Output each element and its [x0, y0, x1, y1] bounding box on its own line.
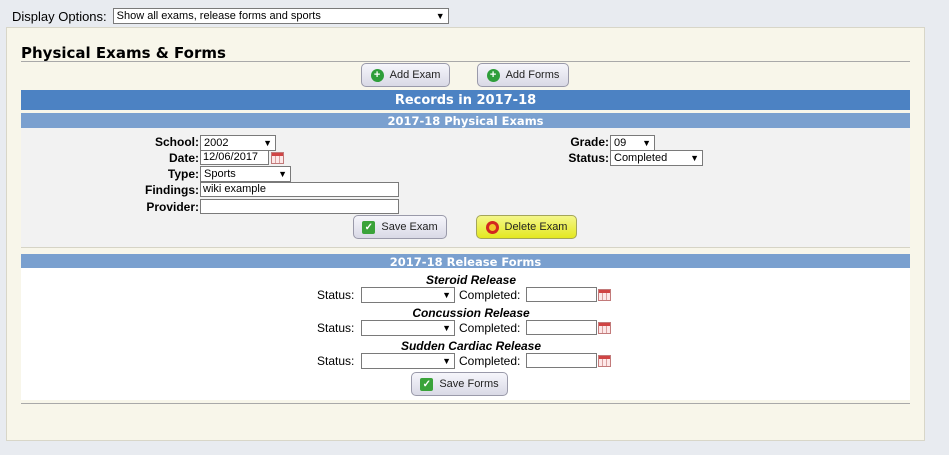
save-forms-button[interactable]: ✓ Save Forms	[411, 372, 508, 396]
form-completed-label: Completed:	[459, 288, 521, 302]
exam-form: School: 2002 ▼ Date: 12/06/2017 Type: Sp…	[21, 128, 910, 248]
add-forms-button[interactable]: + Add Forms	[477, 63, 569, 87]
display-options-value: Show all exams, release forms and sports	[116, 10, 321, 22]
school-label: School:	[155, 135, 199, 149]
exams-header: 2017-18 Physical Exams	[21, 113, 910, 128]
delete-exam-button[interactable]: Delete Exam	[476, 215, 577, 239]
add-forms-label: Add Forms	[505, 69, 560, 81]
calendar-icon[interactable]	[598, 289, 611, 301]
calendar-icon[interactable]	[598, 355, 611, 367]
provider-label: Provider:	[146, 200, 199, 214]
save-forms-label: Save Forms	[439, 378, 499, 390]
form-completed-field[interactable]	[526, 320, 597, 335]
type-value: Sports	[204, 168, 236, 180]
chevron-down-icon: ▼	[263, 138, 272, 148]
chevron-down-icon: ▼	[435, 11, 445, 21]
form-status-select[interactable]: ▼	[361, 320, 455, 336]
status-label: Status:	[568, 151, 609, 165]
save-exam-button[interactable]: ✓ Save Exam	[353, 215, 447, 239]
checkmark-icon: ✓	[420, 377, 434, 391]
exams-panel: Physical Exams & Forms + Add Exam + Add …	[6, 27, 925, 441]
exam-status-select[interactable]: Completed ▼	[610, 150, 703, 166]
findings-field[interactable]: wiki example	[200, 182, 399, 197]
forms-divider	[21, 403, 910, 404]
form-status-label: Status:	[317, 288, 355, 302]
forms-header: 2017-18 Release Forms	[21, 254, 910, 269]
release-forms: Steroid Release Status: ▼ Completed: Con…	[21, 268, 910, 400]
display-options: Display Options: Show all exams, release…	[12, 7, 449, 25]
delete-exam-label: Delete Exam	[504, 221, 568, 233]
form-completed-field[interactable]	[526, 353, 597, 368]
form-status-select[interactable]: ▼	[361, 287, 455, 303]
form-completed-field[interactable]	[526, 287, 597, 302]
chevron-down-icon: ▼	[442, 290, 451, 300]
records-header: Records in 2017-18	[21, 90, 910, 110]
form-title: Concussion Release	[412, 306, 530, 320]
display-options-label: Display Options:	[12, 8, 107, 24]
title-divider	[21, 61, 910, 62]
add-exam-button[interactable]: + Add Exam	[361, 63, 450, 87]
chevron-down-icon: ▼	[642, 138, 651, 148]
chevron-down-icon: ▼	[278, 169, 287, 179]
form-title: Steroid Release	[425, 273, 517, 287]
school-select[interactable]: 2002 ▼	[200, 135, 276, 151]
plus-circle-icon: +	[370, 68, 384, 82]
calendar-icon[interactable]	[271, 152, 284, 164]
school-value: 2002	[204, 137, 229, 149]
checkmark-icon: ✓	[362, 220, 376, 234]
form-status-label: Status:	[317, 321, 355, 335]
form-status-select[interactable]: ▼	[361, 353, 455, 369]
chevron-down-icon: ▼	[690, 153, 699, 163]
calendar-icon[interactable]	[598, 322, 611, 334]
form-status-label: Status:	[317, 354, 355, 368]
type-select[interactable]: Sports ▼	[200, 166, 291, 182]
add-exam-label: Add Exam	[389, 69, 441, 81]
grade-value: 09	[614, 137, 627, 149]
chevron-down-icon: ▼	[442, 356, 451, 366]
plus-circle-icon: +	[486, 68, 500, 82]
exam-status-value: Completed	[614, 152, 668, 164]
page-title: Physical Exams & Forms	[21, 44, 226, 62]
date-label: Date:	[168, 151, 199, 165]
type-label: Type:	[167, 167, 199, 181]
stop-icon	[485, 220, 499, 234]
display-options-select[interactable]: Show all exams, release forms and sports…	[112, 8, 449, 24]
exam-divider	[21, 247, 910, 248]
findings-label: Findings:	[145, 183, 199, 197]
form-completed-label: Completed:	[459, 321, 521, 335]
chevron-down-icon: ▼	[442, 323, 451, 333]
form-completed-label: Completed:	[459, 354, 521, 368]
form-title: Sudden Cardiac Release	[400, 339, 542, 353]
grade-select[interactable]: 09 ▼	[610, 135, 655, 151]
provider-field[interactable]	[200, 199, 399, 214]
save-exam-label: Save Exam	[381, 221, 438, 233]
grade-label: Grade:	[570, 135, 609, 149]
date-field[interactable]: 12/06/2017	[200, 150, 269, 165]
